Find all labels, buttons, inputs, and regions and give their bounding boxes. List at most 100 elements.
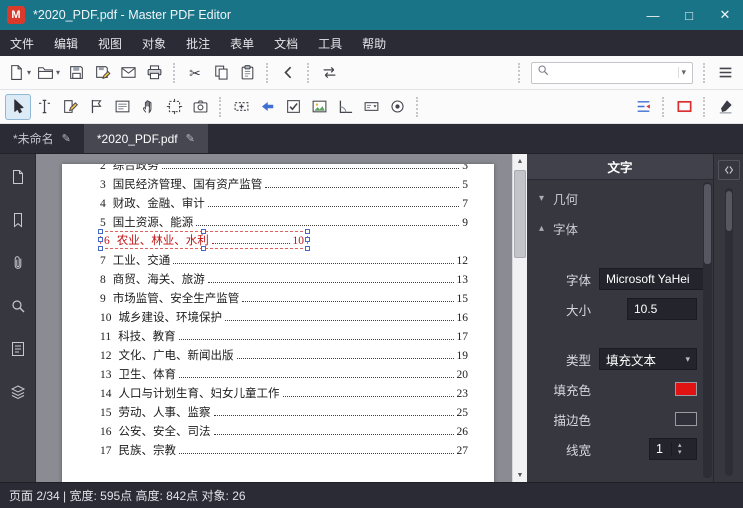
selection-handle[interactable] <box>98 246 103 251</box>
search-options-button[interactable]: ▾ <box>678 67 688 78</box>
menu-item-视图[interactable]: 视图 <box>88 30 132 56</box>
font-name-input[interactable] <box>599 268 705 290</box>
swap-pages-button[interactable] <box>316 60 342 86</box>
rectangle-annotation-button[interactable] <box>671 94 697 120</box>
button-field-button[interactable] <box>254 94 280 120</box>
search-input[interactable] <box>550 65 679 80</box>
maximize-button[interactable]: □ <box>671 0 707 30</box>
menu-item-文件[interactable]: 文件 <box>0 30 44 56</box>
scroll-track[interactable] <box>513 168 527 468</box>
vertical-scrollbar[interactable]: ▲ ▼ <box>512 154 527 482</box>
print-button[interactable] <box>141 60 167 86</box>
toc-entry[interactable]: 9 市场监管、安全生产监管 15 <box>62 287 494 306</box>
selection-handle[interactable] <box>305 246 310 251</box>
dotted-leader <box>179 377 454 378</box>
menu-item-文档[interactable]: 文档 <box>264 30 308 56</box>
bookmarks-panel-button[interactable] <box>4 207 32 233</box>
panel-scrollbar[interactable] <box>703 182 712 478</box>
selection-handle[interactable] <box>98 237 103 242</box>
toc-entry[interactable]: 4 财政、金融、审计 7 <box>62 192 494 211</box>
measure-button[interactable] <box>332 94 358 120</box>
open-file-button[interactable]: ▾ <box>34 60 63 86</box>
select-field-tool-button[interactable] <box>83 94 109 120</box>
toc-entry[interactable]: 2 综合政务 3 <box>62 164 494 173</box>
snapshot-button[interactable] <box>187 94 213 120</box>
form-fields-button[interactable] <box>109 94 135 120</box>
edit-object-tool-button[interactable] <box>57 94 83 120</box>
properties-panel-button[interactable] <box>4 336 32 362</box>
hand-tool-button[interactable] <box>135 94 161 120</box>
toc-entry-selected[interactable]: 6 农业、林业、水利 10 <box>62 229 494 251</box>
scroll-down-button[interactable]: ▼ <box>513 468 527 482</box>
email-button[interactable] <box>115 60 141 86</box>
toc-entry[interactable]: 8 商贸、海关、旅游 13 <box>62 268 494 287</box>
menu-item-帮助[interactable]: 帮助 <box>352 30 396 56</box>
copy-button[interactable] <box>208 60 234 86</box>
toc-entry[interactable]: 13 卫生、体育 20 <box>62 363 494 382</box>
toc-entry[interactable]: 14 人口与计划生育、妇女儿童工作 23 <box>62 382 494 401</box>
stroke-color-swatch[interactable] <box>675 412 697 426</box>
gutter-scroll-thumb[interactable] <box>725 191 732 231</box>
attachments-panel-button[interactable] <box>4 250 32 276</box>
selection-handle[interactable] <box>201 229 206 234</box>
thumbnails-panel-button[interactable] <box>4 164 32 190</box>
tab-*未命名[interactable]: *未命名 ✎ <box>0 124 84 153</box>
select-region-button[interactable] <box>161 94 187 120</box>
edit-text-tool-button[interactable] <box>31 94 57 120</box>
toc-page-number: 12 <box>456 255 469 267</box>
menu-item-表单[interactable]: 表单 <box>220 30 264 56</box>
toc-entry[interactable]: 15 劳动、人事、监察 25 <box>62 401 494 420</box>
selection-handle[interactable] <box>305 229 310 234</box>
selection-handle[interactable] <box>201 246 206 251</box>
save-button[interactable] <box>63 60 89 86</box>
layers-panel-button[interactable] <box>4 379 32 405</box>
section-geometry[interactable]: ▾ 几何 <box>527 186 713 210</box>
panel-collapse-button[interactable] <box>717 160 740 180</box>
select-tool-button[interactable] <box>5 93 31 120</box>
scroll-up-button[interactable]: ▲ <box>513 154 527 168</box>
toc-entry[interactable]: 17 民族、宗教 27 <box>62 439 494 458</box>
tab-*2020_PDF.pdf[interactable]: *2020_PDF.pdf ✎ <box>83 124 208 153</box>
spin-down-icon[interactable]: ▾ <box>678 449 693 456</box>
menu-item-工具[interactable]: 工具 <box>308 30 352 56</box>
image-button[interactable] <box>306 94 332 120</box>
toc-entry[interactable]: 11 科技、教育 17 <box>62 325 494 344</box>
close-button[interactable]: ✕ <box>707 0 743 30</box>
toc-entry[interactable]: 3 国民经济管理、国有资产监管 5 <box>62 173 494 192</box>
toc-entry[interactable]: 7 工业、交通 12 <box>62 249 494 268</box>
minimize-button[interactable]: — <box>635 0 671 30</box>
scroll-thumb[interactable] <box>514 170 526 258</box>
section-font[interactable]: ▴ 字体 <box>527 216 713 240</box>
search-panel-button[interactable] <box>4 293 32 319</box>
selection-handle[interactable] <box>305 237 310 242</box>
toc-entry[interactable]: 10 城乡建设、环境保护 16 <box>62 306 494 325</box>
combobox-field-button[interactable] <box>358 94 384 120</box>
line-width-spinner[interactable]: 1 ▴ ▾ <box>649 438 697 460</box>
font-size-input[interactable] <box>627 298 697 320</box>
gutter-scrollbar[interactable] <box>724 188 733 476</box>
paste-button[interactable] <box>234 60 260 86</box>
arrange-objects-button[interactable] <box>630 94 656 120</box>
toc-entry[interactable]: 16 公安、安全、司法 26 <box>62 420 494 439</box>
text-field-button[interactable] <box>228 94 254 120</box>
cut-button[interactable]: ✂ <box>182 60 208 86</box>
menu-item-批注[interactable]: 批注 <box>176 30 220 56</box>
marker-tool-button[interactable] <box>712 94 738 120</box>
back-button[interactable] <box>275 60 301 86</box>
toc-title: 国民经济管理、国有资产监管 <box>112 179 263 191</box>
menu-item-对象[interactable]: 对象 <box>132 30 176 56</box>
toc-entry[interactable]: 5 国土资源、能源 9 <box>62 211 494 230</box>
toc-entry[interactable]: 12 文化、广电、新闻出版 19 <box>62 344 494 363</box>
save-as-button[interactable] <box>89 60 115 86</box>
radio-field-button[interactable] <box>384 94 410 120</box>
new-document-button[interactable]: ▾ <box>5 60 34 86</box>
menu-item-编辑[interactable]: 编辑 <box>44 30 88 56</box>
fill-color-swatch[interactable] <box>675 382 697 396</box>
spin-up-icon[interactable]: ▴ <box>678 442 693 449</box>
dotted-leader <box>211 243 290 244</box>
checkbox-field-button[interactable] <box>280 94 306 120</box>
text-type-select[interactable]: 填充文本 ▾ <box>599 348 697 370</box>
selection-handle[interactable] <box>98 229 103 234</box>
main-menu-button[interactable] <box>712 60 738 86</box>
panel-scroll-thumb[interactable] <box>704 184 711 264</box>
